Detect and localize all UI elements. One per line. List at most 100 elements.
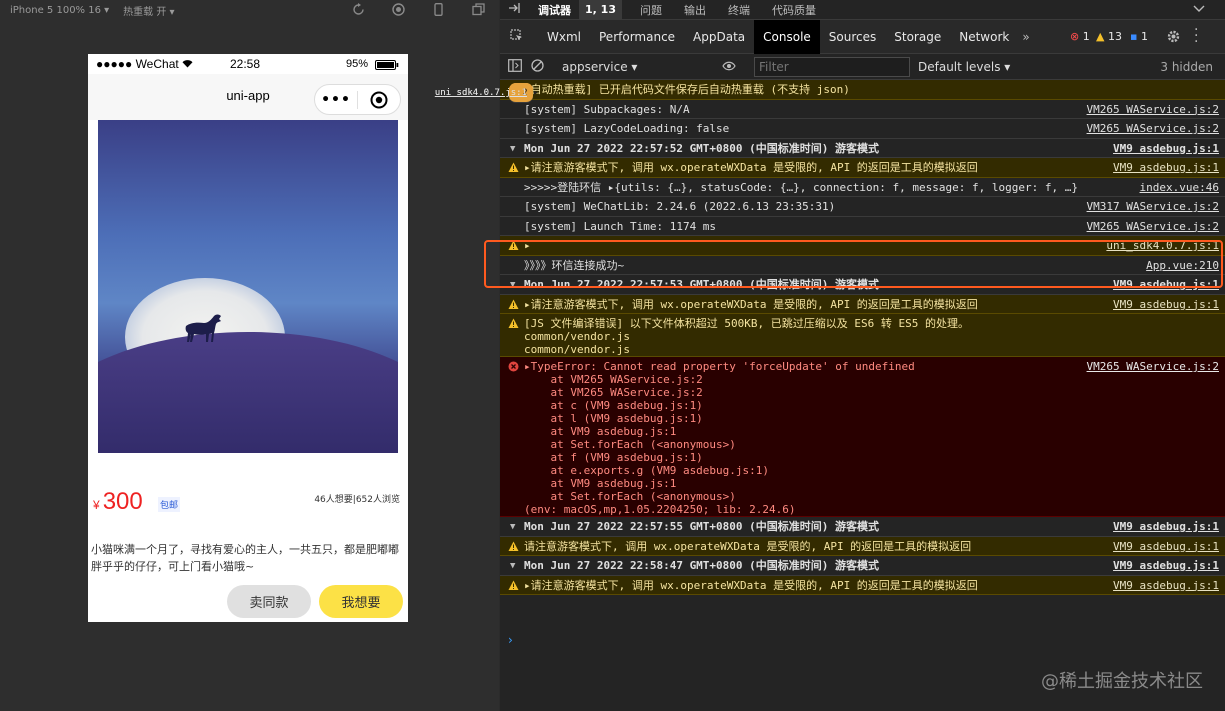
tab-terminal[interactable]: 终端 [728,2,750,18]
source-link[interactable]: VM317 WAService.js:2 [1087,200,1219,213]
console-message: ▸ [524,239,531,252]
clear-console-icon[interactable] [531,58,544,75]
filter-input[interactable] [754,57,910,77]
error-count[interactable]: ⊗ 1 [1070,30,1090,43]
gear-icon[interactable] [1166,29,1181,47]
console-message: [JS 文件编译错误] 以下文件体积超过 500KB, 已跳过压缩以及 ES6 … [524,317,969,356]
console-entry[interactable]: [system] Subpackages: N/A VM265 WAService… [500,100,1225,119]
console-message: [system] LazyCodeLoading: false [524,122,730,135]
phone-icon[interactable] [432,3,445,16]
source-link[interactable]: VM9 asdebug.js:1 [1113,559,1219,572]
source-link[interactable]: VM265 WAService.js:2 [1087,122,1219,135]
tab-storage[interactable]: Storage [885,20,950,54]
more-tabs-icon[interactable]: » [1022,30,1029,44]
free-shipping-badge: 包邮 [158,497,181,512]
source-link[interactable]: uni_sdk4.0.7.js:1 [435,86,527,100]
source-link[interactable]: App.vue:210 [1146,259,1219,272]
sell-same-button[interactable]: 卖同款 [227,585,311,618]
chevron-down-icon[interactable] [1193,3,1205,16]
console-entry[interactable]: [system] WeChatLib: 2.24.6 (2022.6.13 23… [500,197,1225,217]
screen: iPhone 5 100% 16 ▾ 热重载 开 ▾ ●●●●● WeChat … [0,0,1225,711]
console-prompt[interactable]: › [508,633,513,647]
sidebar-toggle-icon[interactable] [508,58,522,75]
tab-appdata[interactable]: AppData [684,20,754,54]
console-entry[interactable]: >>>>>登陆环信 ▸{utils: {…}, statusCode: {…},… [500,178,1225,197]
console-entry[interactable]: ▼ Mon Jun 27 2022 22:57:52 GMT+0800 (中国标准… [500,139,1225,158]
source-link[interactable]: index.vue:46 [1140,181,1219,194]
levels-select[interactable]: Default levels ▾ [918,60,1010,74]
console-entry[interactable]: ▼ Mon Jun 27 2022 22:57:53 GMT+0800 (中国标准… [500,275,1225,295]
console-entry[interactable]: ▸ uni_sdk4.0.7.js:1 [500,236,1225,256]
group-expand-icon[interactable]: ▼ [510,521,515,534]
console-entry[interactable]: ▼ Mon Jun 27 2022 22:58:47 GMT+0800 (中国标准… [500,556,1225,576]
console-entry[interactable]: [system] LazyCodeLoading: false VM265 WAS… [500,119,1225,139]
group-expand-icon[interactable]: ▼ [510,279,515,292]
console-message: Mon Jun 27 2022 22:57:55 GMT+0800 (中国标准时… [524,520,880,533]
context-select[interactable]: appservice ▾ [562,60,637,74]
tab-wxml[interactable]: Wxml [538,20,590,54]
tab-sources[interactable]: Sources [820,20,885,54]
group-expand-icon[interactable]: ▼ [510,560,515,573]
group-expand-icon[interactable]: ▼ [510,143,515,156]
source-link[interactable]: VM265 WAService.js:2 [1087,360,1219,373]
view-stats: 46人想要|652人浏览 [314,495,400,505]
source-link[interactable]: VM9 asdebug.js:1 [1113,540,1219,553]
tab-output[interactable]: 输出 [684,2,706,18]
tab-issues[interactable]: 问题 [640,2,662,18]
source-link[interactable]: VM9 asdebug.js:1 [1113,520,1219,533]
product-image[interactable] [98,120,398,453]
close-target-icon[interactable] [358,91,400,109]
eye-icon[interactable] [722,60,736,75]
refresh-icon[interactable] [352,3,365,16]
kebab-menu-icon[interactable]: · · · [1194,23,1198,49]
console-entry[interactable]: ▼ Mon Jun 27 2022 22:57:55 GMT+0800 (中国标准… [500,517,1225,537]
devtools-top-tabs: 调试器 1, 13 问题 输出 终端 代码质量 [500,0,1225,20]
simulator-icons [352,3,512,16]
want-button[interactable]: 我想要 [319,585,403,618]
console-entry[interactable]: 2 ▸ uni_sdk4.0.7.js:1 [435,83,538,103]
source-link[interactable]: VM265 WAService.js:2 [1087,220,1219,233]
console-entry[interactable]: 》》》》环信连接成功~ App.vue:210 [500,256,1225,275]
hot-reload-toggle[interactable]: 热重载 开 ▾ [123,3,174,18]
tab-console[interactable]: Console [754,19,820,54]
warning-icon: ▲ [1096,30,1105,43]
tab-performance[interactable]: Performance [590,20,684,54]
console-message: Mon Jun 27 2022 22:58:47 GMT+0800 (中国标准时… [524,559,880,572]
warning-count[interactable]: ▲ 13 [1096,30,1122,43]
window-icon[interactable] [472,3,485,16]
console-entry[interactable]: ▸请注意游客模式下, 调用 wx.operateWXData 是受限的, API… [500,158,1225,178]
source-link[interactable]: VM9 asdebug.js:1 [1113,278,1219,291]
source-link[interactable]: VM9 asdebug.js:1 [1113,142,1219,155]
tab-debugger[interactable]: 调试器 [538,2,571,18]
capsule-menu[interactable]: ••• [314,84,401,115]
source-link[interactable]: VM265 WAService.js:2 [1087,103,1219,116]
console-entry[interactable]: [自动热重载] 已开启代码文件保存后自动热重载 (不支持 json) [500,80,1225,100]
dock-icon[interactable] [508,2,521,17]
inspect-icon[interactable] [510,28,523,45]
console-message: ▸请注意游客模式下, 调用 wx.operateWXData 是受限的, API… [524,297,978,311]
console-message: >>>>>登陆环信 ▸{utils: {…}, statusCode: {…},… [524,180,1078,194]
source-link[interactable]: VM9 asdebug.js:1 [1113,161,1219,174]
info-count[interactable]: ▪ 1 [1130,30,1148,43]
console-entry[interactable]: 请注意游客模式下, 调用 wx.operateWXData 是受限的, API … [500,536,1225,556]
console-entry[interactable]: [JS 文件编译错误] 以下文件体积超过 500KB, 已跳过压缩以及 ES6 … [500,314,1225,357]
battery-label: 95% [346,58,369,70]
more-icon[interactable]: ••• [315,92,357,108]
console-message: ▸请注意游客模式下, 调用 wx.operateWXData 是受限的, API… [524,578,978,592]
source-link[interactable]: uni_sdk4.0.7.js:1 [1106,239,1219,252]
device-select[interactable]: iPhone 5 100% 16 ▾ [10,5,109,16]
console-message: 》》》》环信连接成功~ [524,258,625,272]
horse-silhouette [185,314,221,342]
tab-code-quality[interactable]: 代码质量 [772,2,816,18]
source-link[interactable]: VM9 asdebug.js:1 [1113,298,1219,311]
stop-icon[interactable] [392,3,405,16]
console-entry[interactable]: ▸TypeError: Cannot read property 'forceU… [500,357,1225,517]
console-entry[interactable]: ▸请注意游客模式下, 调用 wx.operateWXData 是受限的, API… [500,294,1225,314]
status-time: 22:58 [230,57,261,71]
console-entry[interactable]: [system] Launch Time: 1174 ms VM265 WASer… [500,217,1225,236]
warning-icon [508,318,519,329]
console-entry[interactable]: ▸请注意游客模式下, 调用 wx.operateWXData 是受限的, API… [500,575,1225,595]
tab-network[interactable]: Network [950,20,1018,54]
status-bar: ●●●●● WeChat 22:58 95% [88,54,408,74]
source-link[interactable]: VM9 asdebug.js:1 [1113,579,1219,592]
